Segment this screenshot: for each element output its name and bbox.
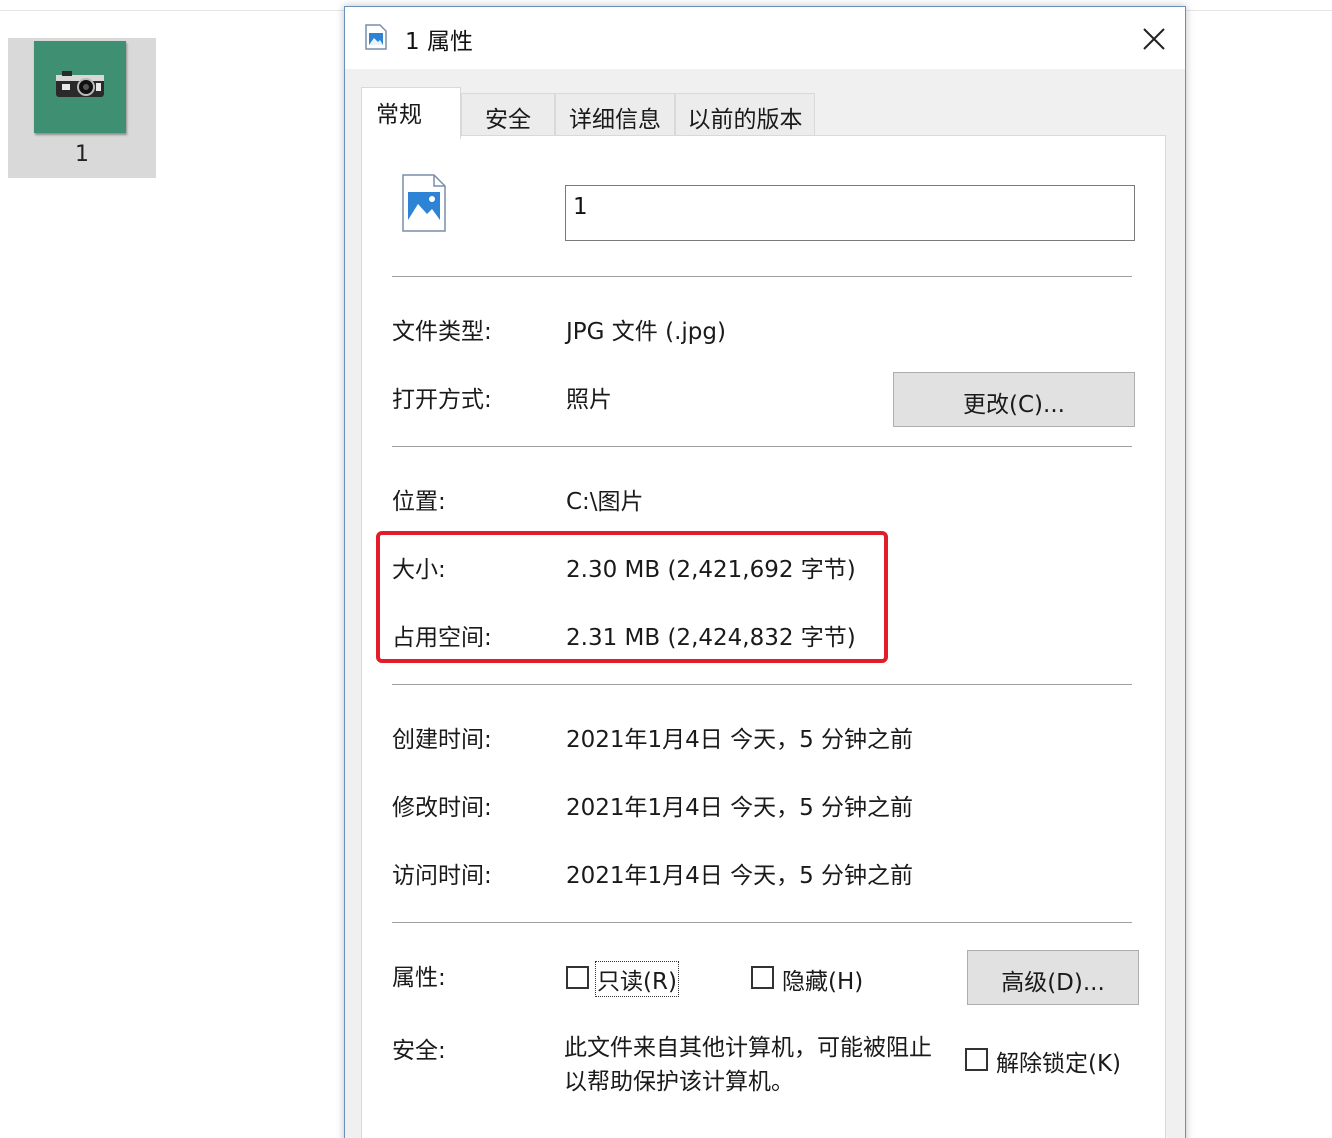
created-value: 2021年1月4日 今天，5 分钟之前 [566, 727, 914, 753]
camera-icon [56, 71, 104, 97]
separator [392, 446, 1132, 447]
separator [392, 922, 1132, 923]
size-value: 2.30 MB (2,421,692 字节) [566, 557, 856, 583]
dialog-title: 1 属性 [405, 29, 473, 55]
modified-label: 修改时间: [392, 795, 492, 821]
change-button[interactable]: 更改(C)... [893, 372, 1135, 427]
security-message-line: 此文件来自其他计算机，可能被阻止 [564, 1035, 932, 1061]
tab-strip: 常规 安全 详细信息 以前的版本 [361, 87, 1181, 139]
location-label: 位置: [392, 489, 446, 515]
file-type-label: 文件类型: [392, 319, 492, 345]
file-name-field[interactable]: 1 [565, 185, 1135, 241]
close-button[interactable] [1125, 15, 1181, 61]
advanced-button[interactable]: 高级(D)... [967, 950, 1139, 1005]
tab-security[interactable]: 安全 [461, 93, 555, 135]
readonly-checkbox[interactable] [566, 966, 589, 989]
size-on-disk-label: 占用空间: [392, 625, 492, 651]
unblock-label[interactable]: 解除锁定(K) [996, 1044, 1121, 1078]
title-bar: 1 属性 [345, 7, 1185, 69]
tab-previous-versions[interactable]: 以前的版本 [675, 93, 815, 135]
image-thumbnail [34, 41, 126, 133]
hidden-checkbox[interactable] [751, 966, 774, 989]
size-on-disk-value: 2.31 MB (2,424,832 字节) [566, 625, 856, 651]
security-message-line: 以帮助保护该计算机。 [564, 1069, 794, 1095]
modified-value: 2021年1月4日 今天，5 分钟之前 [566, 795, 914, 821]
hidden-label[interactable]: 隐藏(H) [782, 962, 863, 996]
readonly-label[interactable]: 只读(R) [595, 961, 679, 997]
file-item-selected[interactable]: 1 [8, 38, 156, 178]
unblock-checkbox[interactable] [965, 1048, 988, 1071]
image-file-large-icon [402, 174, 446, 236]
tab-general[interactable]: 常规 [361, 87, 461, 139]
file-type-value: JPG 文件 (.jpg) [566, 319, 726, 345]
location-value: C:\图片 [566, 489, 644, 515]
size-label: 大小: [392, 557, 446, 583]
general-panel: 1 文件类型: JPG 文件 (.jpg) 打开方式: 照片 更改(C)... … [361, 135, 1166, 1138]
accessed-label: 访问时间: [392, 863, 492, 889]
accessed-value: 2021年1月4日 今天，5 分钟之前 [566, 863, 914, 889]
open-with-value: 照片 [566, 387, 612, 413]
security-message: 此文件来自其他计算机，可能被阻止 以帮助保护该计算机。 [564, 1031, 964, 1099]
created-label: 创建时间: [392, 727, 492, 753]
security-label: 安全: [392, 1038, 446, 1064]
screen: 1 1 属性 常规 安全 详细信息 以前的版本 1 文件类型: JPG 文件 (… [0, 0, 1332, 1138]
open-with-label: 打开方式: [392, 387, 492, 413]
tab-details[interactable]: 详细信息 [555, 93, 675, 135]
separator [392, 684, 1132, 685]
attributes-label: 属性: [392, 965, 446, 991]
separator [392, 276, 1132, 277]
image-file-icon [365, 24, 387, 54]
file-name-label: 1 [75, 142, 89, 167]
close-icon [1143, 28, 1165, 50]
properties-dialog: 1 属性 常规 安全 详细信息 以前的版本 1 文件类型: JPG 文件 (.j… [344, 6, 1186, 1138]
